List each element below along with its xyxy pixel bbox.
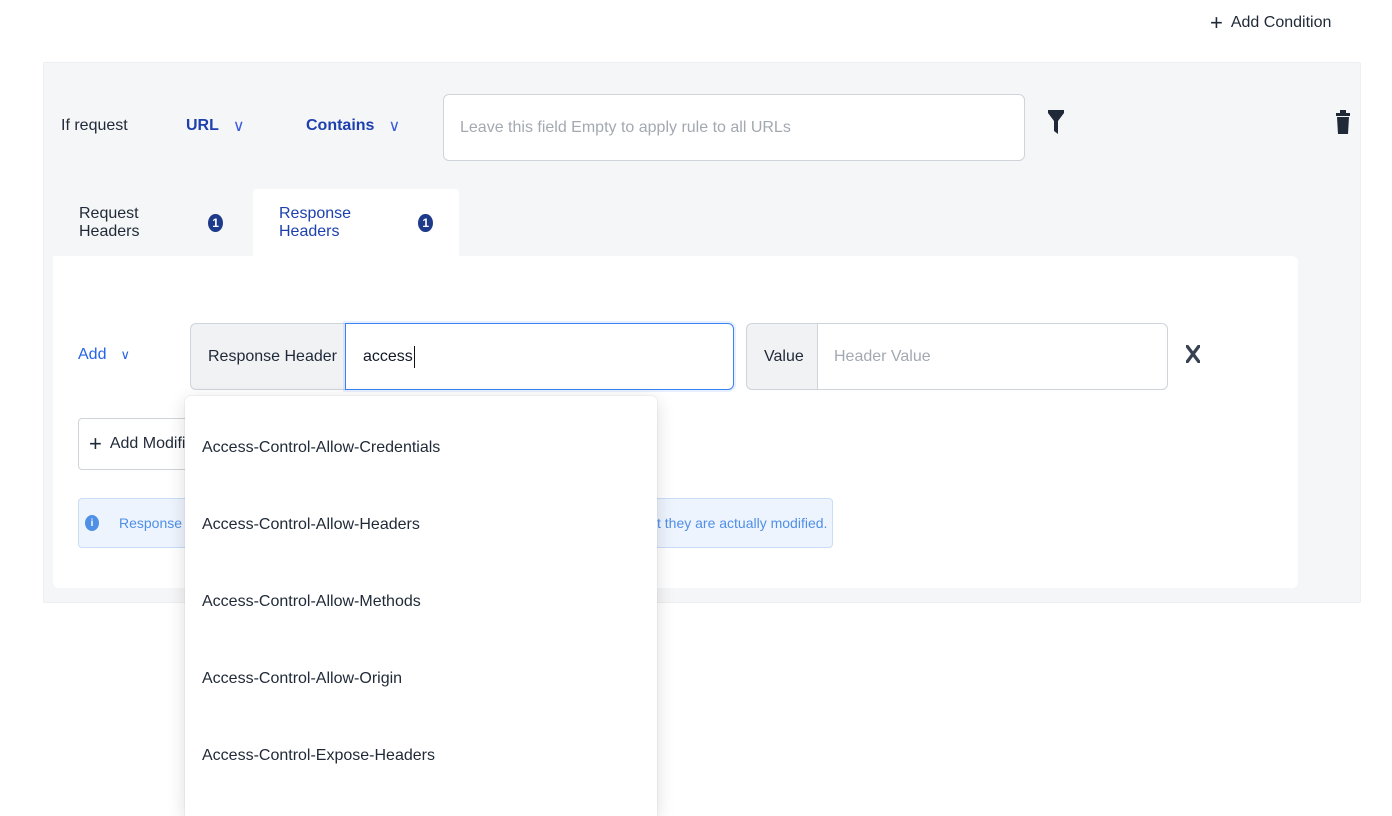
info-icon: i	[85, 515, 99, 531]
tab-label: Request Headers	[79, 205, 140, 240]
header-name-value: access	[363, 347, 413, 365]
info-text-end: t they are actually modified.	[657, 515, 828, 531]
action-value: Add	[78, 346, 107, 363]
text-cursor	[413, 345, 415, 368]
header-value-group: Value Header Value	[746, 323, 1168, 390]
url-input[interactable]: Leave this field Empty to apply rule to …	[443, 94, 1025, 161]
header-value-placeholder: Header Value	[834, 347, 931, 365]
condition-prefix-label: If request	[61, 117, 128, 134]
source-type-dropdown[interactable]: URL ∨	[186, 116, 245, 136]
add-condition-label: Add Condition	[1230, 14, 1332, 31]
plus-icon: +	[89, 431, 102, 456]
suggestion-item[interactable]: Access-Control-Allow-Origin	[185, 640, 657, 717]
plus-icon: +	[1210, 10, 1223, 35]
chevron-down-icon: ∨	[388, 118, 401, 135]
url-input-placeholder: Leave this field Empty to apply rule to …	[460, 118, 791, 136]
count-badge: 1	[418, 214, 433, 232]
action-dropdown[interactable]: Add ∨	[78, 346, 130, 364]
tab-response-headers[interactable]: Response Headers 1	[253, 189, 459, 257]
trash-icon[interactable]	[1336, 110, 1350, 139]
header-name-group: Response Header access	[190, 323, 734, 390]
operator-value: Contains	[306, 117, 375, 134]
header-value-input[interactable]: Header Value	[817, 323, 1168, 390]
suggestion-item[interactable]: Access-Control-Allow-Credentials	[185, 409, 657, 486]
suggestion-item[interactable]: Access-Control-Allow-Methods	[185, 563, 657, 640]
header-suggestions-dropdown: Access-Control-Allow-Credentials Access-…	[185, 396, 657, 816]
add-condition-button[interactable]: + Add Condition	[1210, 12, 1331, 34]
info-text-start: Response	[119, 515, 183, 531]
chevron-down-icon: ∨	[120, 347, 130, 362]
operator-dropdown[interactable]: Contains ∨	[306, 116, 400, 136]
tab-request-headers[interactable]: Request Headers 1	[53, 189, 249, 257]
suggestion-item[interactable]: Access-Control-Expose-Headers	[185, 717, 657, 794]
tab-label: Response Headers	[279, 205, 352, 240]
suggestion-item[interactable]: Access-Control-Allow-Headers	[185, 486, 657, 563]
source-type-value: URL	[186, 117, 219, 134]
header-name-addon: Response Header	[190, 323, 345, 390]
chevron-down-icon: ∨	[232, 118, 245, 135]
header-value-addon: Value	[746, 323, 817, 390]
add-modification-label: Add Modific	[109, 435, 194, 452]
count-badge: 1	[208, 214, 223, 232]
close-icon[interactable]	[1185, 344, 1201, 368]
filter-icon[interactable]	[1048, 110, 1064, 139]
header-name-input[interactable]: access	[345, 323, 734, 390]
